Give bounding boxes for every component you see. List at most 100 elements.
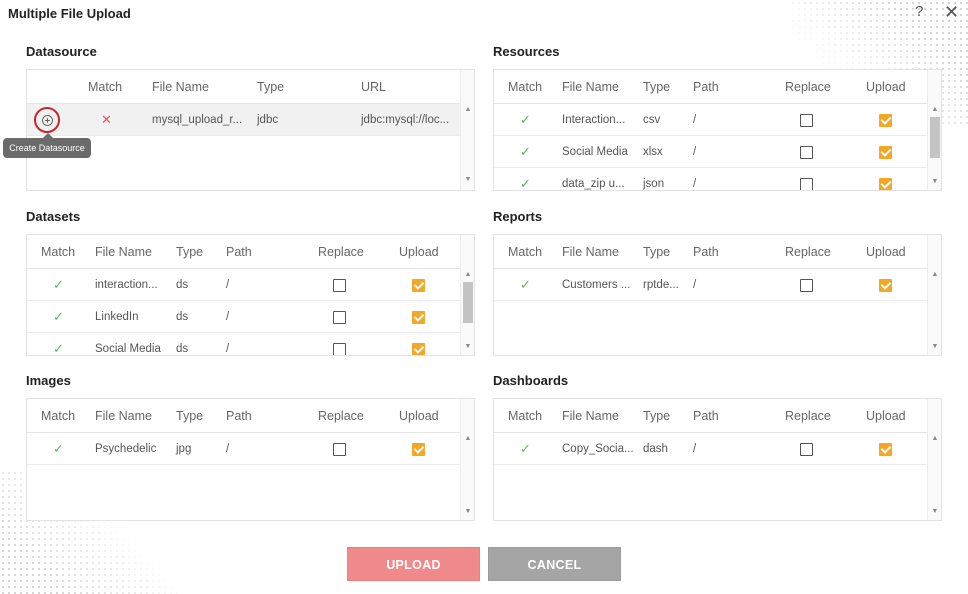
reports-scrollbar[interactable]: ▲ ▼ [927,235,941,355]
images-scrollbar[interactable]: ▲ ▼ [460,399,474,520]
datasets-title: Datasets [26,209,81,224]
resources-scrollbar[interactable]: ▲ ▼ [927,70,941,190]
cancel-button[interactable]: CANCEL [488,547,621,581]
datasource-title: Datasource [26,44,97,59]
scroll-down-icon[interactable]: ▼ [928,343,941,350]
col-match: Match [88,80,123,94]
file-type: ds [176,343,189,355]
replace-checkbox[interactable] [333,343,346,355]
close-icon[interactable]: ✕ [944,2,959,23]
col-path: Path [693,409,719,423]
reports-panel: Match File Name Type Path Replace Upload… [493,234,942,356]
scroll-up-icon[interactable]: ▲ [928,271,941,278]
replace-checkbox[interactable] [333,443,346,456]
upload-button[interactable]: UPLOAD [347,547,480,581]
upload-checkbox[interactable] [412,311,425,324]
col-file-name: File Name [562,409,619,423]
file-type: jdbc [257,114,279,126]
replace-checkbox[interactable] [800,279,813,292]
upload-checkbox[interactable] [412,343,425,355]
replace-checkbox[interactable] [800,443,813,456]
datasource-row[interactable]: ✕ mysql_upload_r... jdbc jdbc:mysql://lo… [27,104,460,136]
match-ok-icon: ✓ [53,309,64,324]
create-datasource-add-icon[interactable] [34,107,60,133]
file-path: / [693,178,697,190]
file-type: dash [643,443,668,455]
datasource-scrollbar[interactable]: ▲ ▼ [460,70,474,190]
file-name: LinkedIn [95,311,139,323]
col-path: Path [693,80,719,94]
file-type: json [643,178,665,190]
col-file-name: File Name [95,409,152,423]
col-path: Path [226,409,252,423]
upload-checkbox[interactable] [412,279,425,292]
scroll-down-icon[interactable]: ▼ [461,176,474,183]
replace-checkbox[interactable] [333,279,346,292]
dashboards-title: Dashboards [493,373,569,388]
images-panel: Match File Name Type Path Replace Upload… [26,398,475,521]
col-match: Match [41,409,76,423]
reports-header: Match File Name Type Path Replace Upload [494,235,927,269]
scroll-up-icon[interactable]: ▲ [928,435,941,442]
col-type: Type [176,409,204,423]
resources-title: Resources [493,44,560,59]
scroll-down-icon[interactable]: ▼ [461,508,474,515]
scroll-up-icon[interactable]: ▲ [461,271,474,278]
file-name: mysql_upload_r... [152,114,243,126]
match-ok-icon: ✓ [53,441,64,456]
table-row[interactable]: ✓ Customers ... rptde... / [494,269,927,301]
scroll-thumb[interactable] [463,282,473,323]
replace-checkbox[interactable] [800,178,813,190]
col-upload: Upload [866,409,906,423]
create-datasource-tooltip: Create Datasource [3,133,91,158]
upload-checkbox[interactable] [879,178,892,190]
table-row[interactable]: ✓ interaction... ds / [27,269,460,301]
scroll-up-icon[interactable]: ▲ [928,106,941,113]
table-row[interactable]: ✓ data_zip u... json / [494,168,927,190]
datasource-url: jdbc:mysql://loc... [361,114,450,126]
dashboards-panel: Match File Name Type Path Replace Upload… [493,398,942,521]
file-name: Interaction... [562,114,626,126]
scroll-down-icon[interactable]: ▼ [928,178,941,185]
match-ok-icon: ✓ [53,341,64,356]
col-path: Path [226,245,252,259]
dashboards-header: Match File Name Type Path Replace Upload [494,399,927,433]
file-type: jpg [176,443,192,455]
help-icon[interactable]: ? [915,3,923,20]
datasets-scrollbar[interactable]: ▲ ▼ [460,235,474,355]
upload-checkbox[interactable] [879,114,892,127]
dashboards-scrollbar[interactable]: ▲ ▼ [927,399,941,520]
col-file-name: File Name [152,80,209,94]
match-ok-icon: ✓ [520,144,531,159]
file-name: Copy_Socia... [562,443,634,455]
upload-checkbox[interactable] [879,443,892,456]
table-row[interactable]: ✓ Psychedelic jpg / [27,433,460,465]
scroll-up-icon[interactable]: ▲ [461,106,474,113]
table-row[interactable]: ✓ LinkedIn ds / [27,301,460,333]
match-ok-icon: ✓ [520,277,531,292]
scroll-down-icon[interactable]: ▼ [928,508,941,515]
scroll-down-icon[interactable]: ▼ [461,343,474,350]
file-name: interaction... [95,279,158,291]
col-upload: Upload [866,245,906,259]
col-type: Type [257,80,285,94]
table-row[interactable]: ✓ Social Media ds / [27,333,460,356]
replace-checkbox[interactable] [333,311,346,324]
datasource-header: Match File Name Type URL [27,70,460,104]
images-header: Match File Name Type Path Replace Upload [27,399,460,433]
table-row[interactable]: ✓ Social Media xlsx / [494,136,927,168]
match-ok-icon: ✓ [520,112,531,127]
file-type: ds [176,311,189,323]
replace-checkbox[interactable] [800,146,813,159]
replace-checkbox[interactable] [800,114,813,127]
scroll-up-icon[interactable]: ▲ [461,435,474,442]
table-row[interactable]: ✓ Copy_Socia... dash / [494,433,927,465]
upload-checkbox[interactable] [879,279,892,292]
col-upload: Upload [866,80,906,94]
upload-checkbox[interactable] [879,146,892,159]
scroll-thumb[interactable] [930,117,940,158]
upload-checkbox[interactable] [412,443,425,456]
table-row[interactable]: ✓ Interaction... csv / [494,104,927,136]
file-path: / [226,279,230,291]
file-path: / [693,146,697,158]
